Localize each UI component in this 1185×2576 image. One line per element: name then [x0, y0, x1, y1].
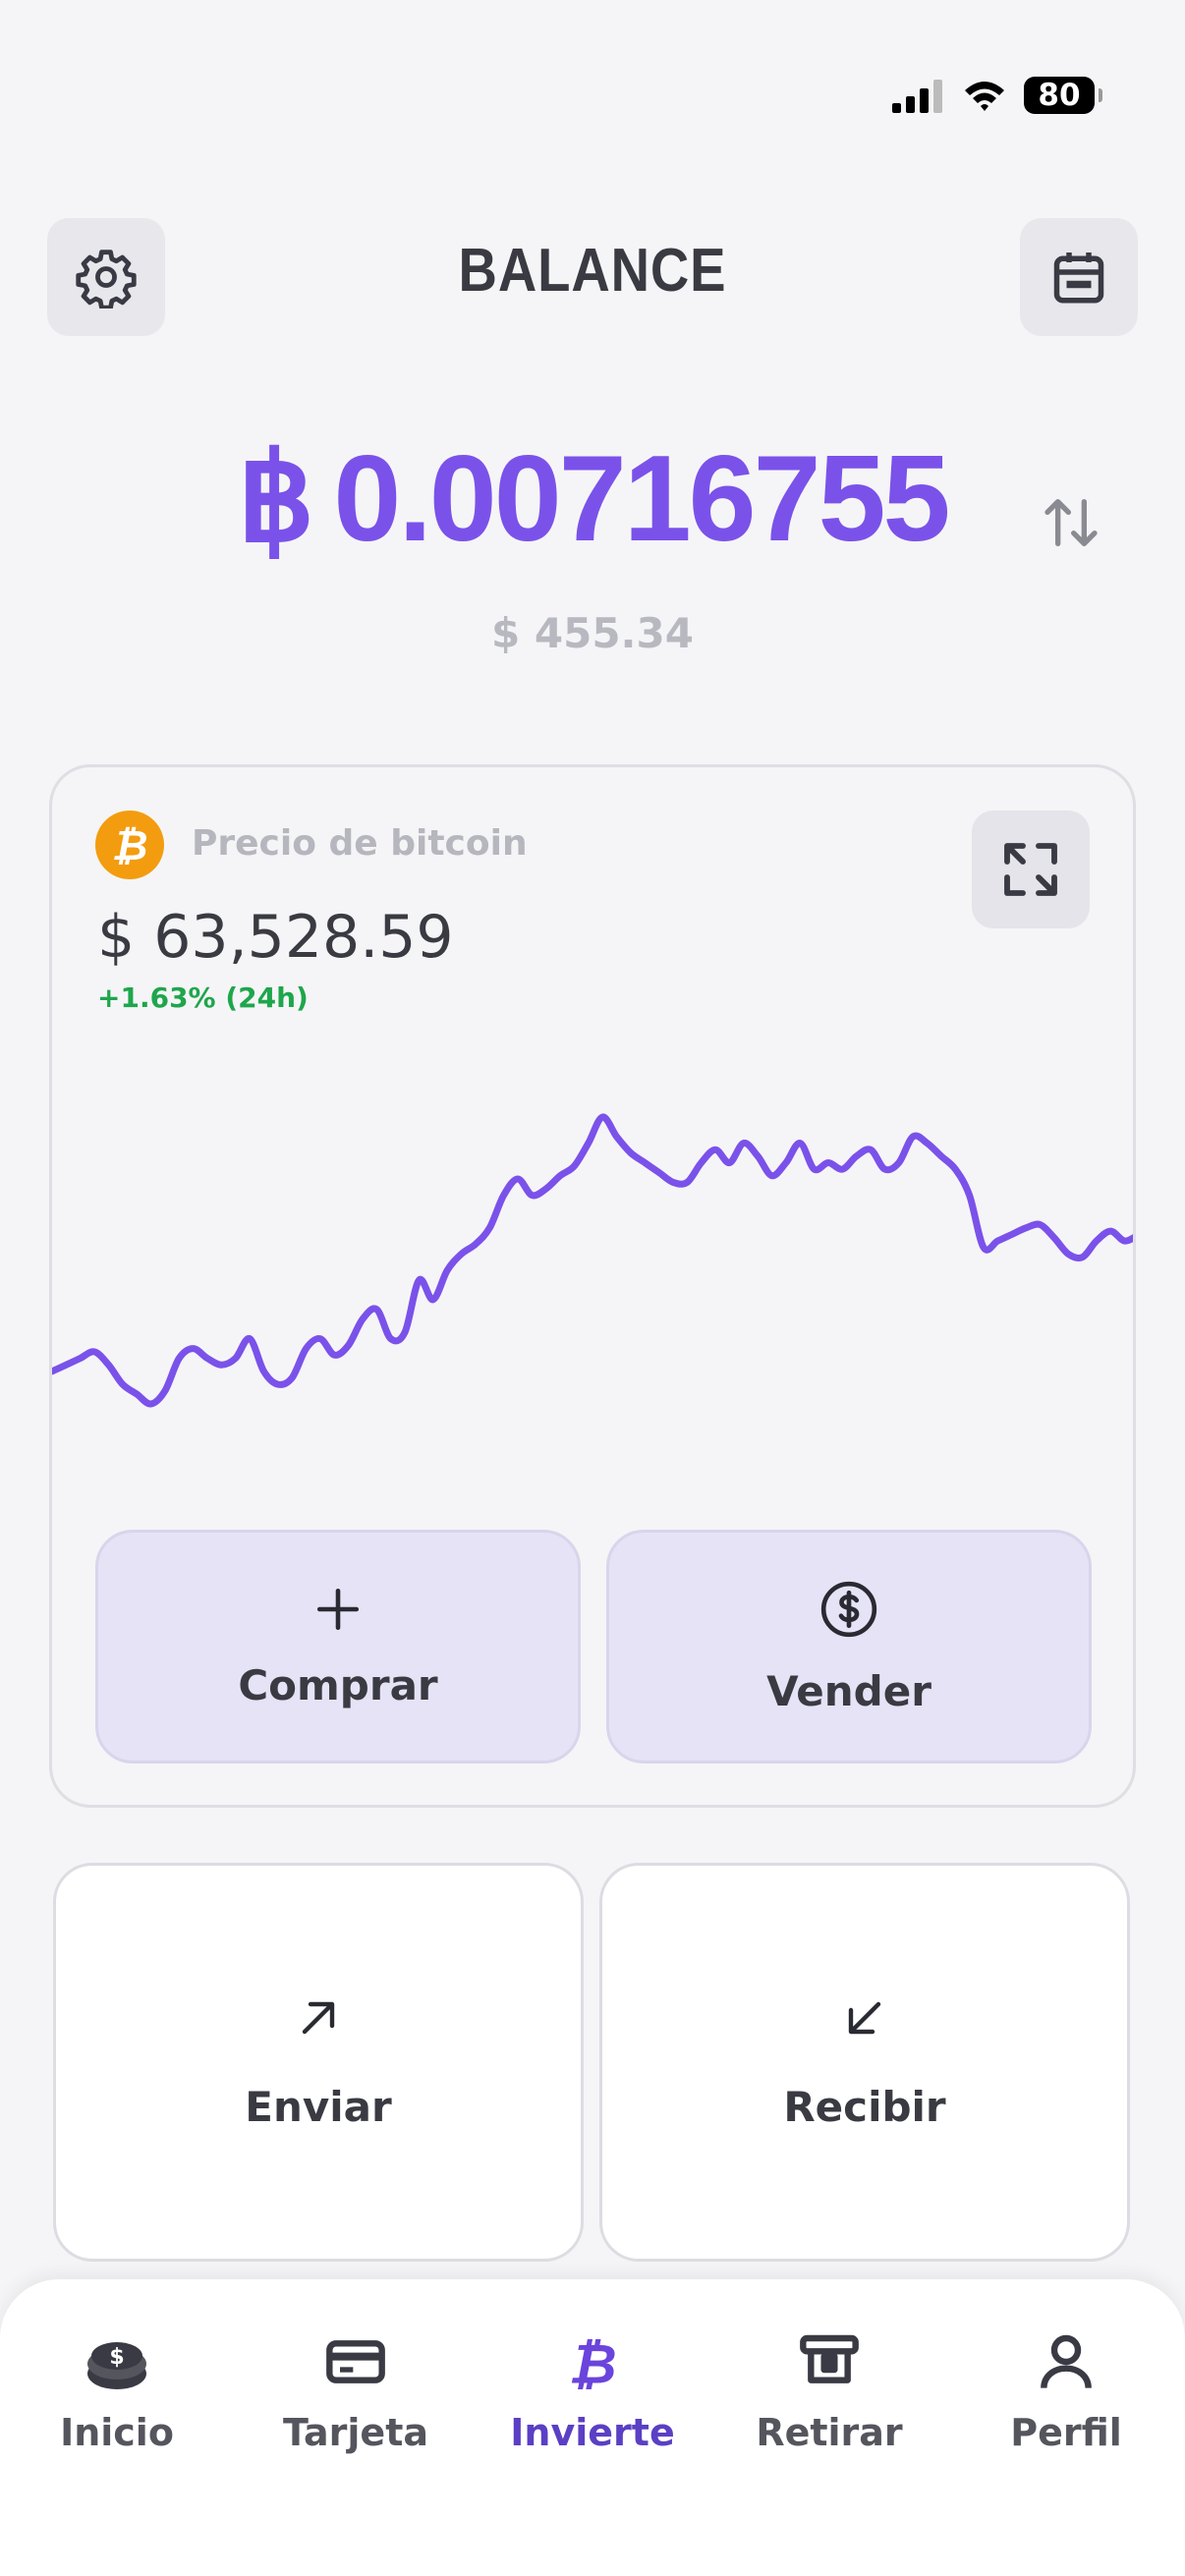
send-label: Enviar [245, 2082, 392, 2131]
calendar-icon [1053, 252, 1104, 304]
bitcoin-badge-icon: ₿ [95, 811, 164, 879]
receive-label: Recibir [783, 2082, 946, 2131]
arrow-down-left-icon [848, 2001, 881, 2034]
sell-button[interactable]: Vender [606, 1530, 1092, 1764]
buy-button[interactable]: Comprar [95, 1530, 581, 1764]
wifi-icon [965, 82, 1004, 111]
price-card: ₿ Precio de bitcoin $ 63,528.59 +1.63% (… [49, 764, 1136, 1808]
card-icon [326, 2340, 385, 2383]
svg-text:$: $ [109, 2345, 124, 2370]
receive-button[interactable]: Recibir [599, 1863, 1130, 2262]
btc-balance: ฿ 0.00716755 [0, 428, 1185, 570]
person-icon [1041, 2334, 1092, 2388]
tab-label: Perfil [1010, 2411, 1122, 2454]
signal-icon [892, 80, 942, 113]
svg-text:₿: ₿ [568, 2332, 616, 2393]
badge-symbol: ₿ [111, 820, 148, 869]
price-change: +1.63% (24h) [97, 981, 309, 1014]
status-bar: 80 [0, 0, 1185, 196]
tab-perfil[interactable]: Perfil [968, 2330, 1164, 2454]
coins-icon: $ [87, 2342, 146, 2389]
price-line [52, 1113, 1133, 1408]
page-title: BALANCE [458, 237, 727, 305]
calendar-button[interactable] [1020, 218, 1138, 336]
usd-balance: $ 455.34 [491, 609, 694, 657]
tab-invierte[interactable]: ₿ Invierte [494, 2330, 691, 2454]
swap-currency-button[interactable] [1040, 491, 1102, 558]
btc-amount: 0.00716755 [333, 431, 950, 567]
tab-inicio[interactable]: $ Inicio [19, 2330, 215, 2454]
expand-chart-button[interactable] [972, 811, 1090, 928]
tab-label: Tarjeta [282, 2411, 428, 2454]
send-button[interactable]: Enviar [53, 1863, 584, 2262]
plus-icon [316, 1588, 360, 1630]
battery-indicator: 80 [1024, 77, 1102, 114]
sell-label: Vender [766, 1666, 931, 1715]
currency-symbol: ฿ [237, 431, 314, 567]
price-label: Precio de bitcoin [192, 823, 528, 864]
tab-tarjeta[interactable]: Tarjeta [257, 2330, 454, 2454]
bitcoin-icon: ₿ [568, 2332, 616, 2393]
buy-label: Comprar [238, 1660, 438, 1709]
atm-icon [800, 2334, 859, 2383]
tab-label: Retirar [756, 2411, 903, 2454]
battery-level: 80 [1038, 78, 1081, 113]
status-icons: 80 [890, 77, 1102, 114]
swap-arrows-icon [1044, 499, 1098, 546]
arrow-up-right-icon [302, 2001, 335, 2034]
tab-retirar[interactable]: Retirar [731, 2330, 928, 2454]
tab-label: Invierte [510, 2411, 675, 2454]
bottom-tab-bar: $ Inicio Tarjeta ₿ Invierte Retirar Perf… [0, 2279, 1185, 2576]
price-value: $ 63,528.59 [97, 903, 454, 972]
expand-icon [1004, 843, 1057, 896]
dollar-circle-icon [820, 1581, 877, 1637]
tab-label: Inicio [60, 2411, 174, 2454]
